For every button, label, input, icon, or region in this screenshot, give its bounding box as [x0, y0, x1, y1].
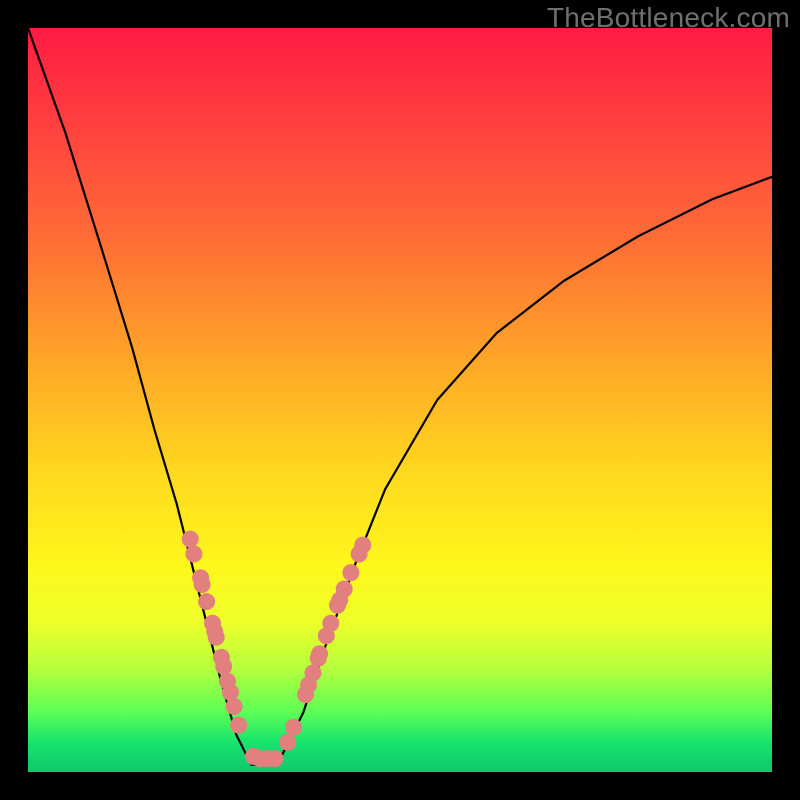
chart-svg [28, 28, 772, 772]
sample-point [279, 734, 296, 751]
sample-point [215, 658, 232, 675]
sample-point [198, 593, 215, 610]
plot-area [28, 28, 772, 772]
sample-point [208, 629, 225, 646]
sample-point [285, 719, 302, 736]
sample-points-group [182, 531, 372, 768]
sample-point [226, 698, 243, 715]
sample-point [185, 546, 202, 563]
sample-point [311, 645, 328, 662]
sample-point [182, 531, 199, 548]
bottleneck-curve [28, 28, 772, 765]
watermark-label: TheBottleneck.com [547, 2, 790, 34]
sample-point [342, 564, 359, 581]
sample-point [322, 615, 339, 632]
sample-point [194, 576, 211, 593]
sample-point [354, 537, 371, 554]
chart-frame: TheBottleneck.com [0, 0, 800, 800]
sample-point [230, 717, 247, 734]
sample-point [305, 665, 322, 682]
sample-point [336, 581, 353, 598]
sample-point [267, 750, 284, 767]
